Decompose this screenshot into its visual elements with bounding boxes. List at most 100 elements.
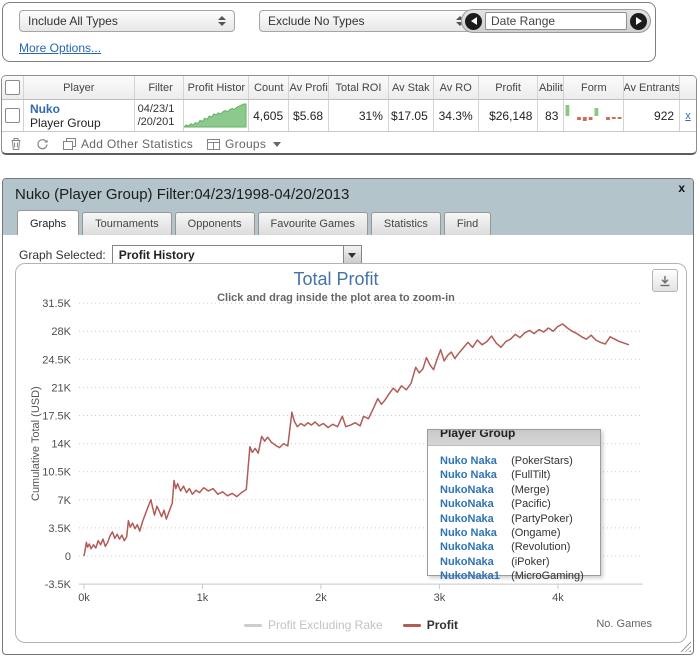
more-options-link[interactable]: More Options... bbox=[19, 41, 101, 55]
refresh-button[interactable] bbox=[36, 138, 49, 151]
groups-dropdown[interactable]: Groups bbox=[207, 137, 281, 151]
tooltip-entry[interactable]: NukoNaka (iPoker) bbox=[440, 555, 600, 569]
profit-sparkline bbox=[184, 102, 247, 129]
graph-selected-row: Graph Selected: Profit History bbox=[19, 245, 362, 265]
tooltip-entry[interactable]: NukoNaka (Pacific) bbox=[440, 497, 600, 511]
svg-text:14K: 14K bbox=[51, 439, 71, 451]
legend-dash-icon bbox=[403, 624, 421, 627]
results-panel: Player Filter Profit Histor Count Av Pro… bbox=[1, 75, 697, 155]
svg-text:28K: 28K bbox=[51, 326, 71, 338]
tooltip-list: Nuko Naka (PokerStars) Nuko Naka (FullTi… bbox=[428, 446, 600, 584]
chart-legend: Profit Excluding Rake Profit bbox=[16, 618, 686, 632]
ability-value: 83 bbox=[538, 100, 564, 131]
windows-icon bbox=[63, 138, 76, 150]
tab-find[interactable]: Find bbox=[444, 212, 491, 235]
svg-text:3.5K: 3.5K bbox=[48, 523, 71, 535]
svg-text:7K: 7K bbox=[58, 495, 72, 507]
detail-panel-header: Nuko (Player Group) Filter:04/23/1998-04… bbox=[3, 179, 693, 235]
col-av-profit[interactable]: Av Profi bbox=[289, 76, 329, 99]
col-av-stake[interactable]: Av Stak bbox=[389, 76, 434, 99]
tooltip-entry[interactable]: Nuko Naka (FullTilt) bbox=[440, 468, 600, 482]
detail-panel: Nuko (Player Group) Filter:04/23/1998-04… bbox=[2, 178, 694, 655]
total-roi-value: 31% bbox=[329, 100, 389, 131]
col-av-roi[interactable]: Av RO bbox=[434, 76, 479, 99]
tooltip-entry[interactable]: NukoNaka (Merge) bbox=[440, 483, 600, 497]
tooltip-entry[interactable]: Nuko Naka (Ongame) bbox=[440, 526, 600, 540]
tooltip-header-label: Player Group bbox=[440, 430, 600, 440]
profit-history-sparkline-cell bbox=[184, 100, 249, 131]
delete-button[interactable] bbox=[10, 137, 22, 151]
trash-icon bbox=[10, 137, 22, 151]
table-header-row: Player Filter Profit Histor Count Av Pro… bbox=[2, 76, 696, 100]
svg-text:4k: 4k bbox=[552, 592, 564, 604]
add-other-statistics-button[interactable]: Add Other Statistics bbox=[63, 137, 193, 151]
date-next-button[interactable] bbox=[630, 13, 647, 30]
tooltip-entry[interactable]: Nuko Naka (PokerStars) bbox=[440, 454, 600, 468]
date-range-input[interactable] bbox=[485, 12, 627, 30]
dropdown-button[interactable] bbox=[343, 246, 361, 264]
tab-opponents[interactable]: Opponents bbox=[175, 212, 255, 235]
select-all-checkbox[interactable] bbox=[5, 80, 20, 95]
col-form[interactable]: Form bbox=[564, 76, 624, 99]
col-ability[interactable]: Abilit bbox=[538, 76, 564, 99]
form-sparkline bbox=[565, 104, 623, 127]
svg-text:24.5K: 24.5K bbox=[42, 354, 71, 366]
col-profit-history[interactable]: Profit Histor bbox=[184, 76, 249, 99]
arrow-left-icon bbox=[471, 17, 477, 25]
tooltip-entry[interactable]: NukoNaka1 (MicroGaming) bbox=[440, 569, 600, 583]
panel-title: Nuko (Player Group) Filter:04/23/1998-04… bbox=[15, 186, 681, 203]
remove-row-link[interactable]: x bbox=[685, 110, 691, 122]
filter-date-line2: /20/201 bbox=[138, 116, 175, 128]
av-profit-value: $5.68 bbox=[289, 100, 329, 131]
filter-cell: 04/23/1 /20/201 bbox=[135, 100, 185, 131]
av-roi-value: 34.3% bbox=[434, 100, 479, 131]
row-checkbox[interactable] bbox=[5, 108, 20, 123]
player-name-link[interactable]: Nuko bbox=[30, 102, 60, 116]
arrow-right-icon bbox=[636, 17, 642, 25]
date-prev-button[interactable] bbox=[465, 13, 482, 30]
x-axis-title: No. Games bbox=[596, 618, 652, 630]
tooltip-entry[interactable]: NukoNaka (PartyPoker) bbox=[440, 512, 600, 526]
tab-tournaments[interactable]: Tournaments bbox=[82, 212, 172, 235]
col-av-entrants[interactable]: Av Entrants bbox=[624, 76, 680, 99]
svg-text:2k: 2k bbox=[315, 592, 327, 604]
col-profit[interactable]: Profit bbox=[479, 76, 539, 99]
svg-text:1k: 1k bbox=[197, 592, 209, 604]
select-all-checkbox-cell bbox=[2, 76, 24, 99]
legend-profit[interactable]: Profit bbox=[403, 618, 458, 632]
chevron-down-icon bbox=[348, 253, 356, 258]
include-types-value: Include All Types bbox=[28, 14, 118, 28]
col-player[interactable]: Player bbox=[24, 76, 135, 99]
remove-row-cell: x bbox=[680, 100, 696, 131]
graph-type-select[interactable]: Profit History bbox=[112, 245, 362, 265]
svg-text:10.5K: 10.5K bbox=[42, 467, 71, 479]
resize-grip[interactable] bbox=[680, 641, 691, 652]
col-filter[interactable]: Filter bbox=[135, 76, 185, 99]
graph-selected-label: Graph Selected: bbox=[19, 248, 106, 262]
player-group-tooltip: Player Group Nuko Naka (PokerStars) Nuko… bbox=[427, 429, 601, 576]
av-stake-value: $17.05 bbox=[389, 100, 434, 131]
tooltip-header: Player Group bbox=[428, 430, 600, 446]
groups-grid-icon bbox=[207, 139, 220, 150]
stepper-icon bbox=[218, 16, 226, 26]
col-count[interactable]: Count bbox=[249, 76, 289, 99]
profit-value: $26,148 bbox=[479, 100, 539, 131]
exclude-types-select[interactable]: Exclude No Types bbox=[259, 10, 473, 32]
filter-date-line1: 04/23/1 bbox=[138, 103, 175, 115]
filter-panel: Include All Types Exclude No Types More … bbox=[2, 2, 656, 62]
exclude-types-value: Exclude No Types bbox=[268, 14, 365, 28]
chevron-down-icon bbox=[273, 142, 281, 147]
table-row: Nuko Player Group 04/23/1 /20/201 4,605 … bbox=[2, 100, 696, 132]
close-button[interactable]: x bbox=[678, 182, 685, 194]
chart-container: Total Profit Click and drag inside the p… bbox=[15, 263, 687, 643]
player-cell: Nuko Player Group bbox=[24, 100, 135, 131]
svg-text:3k: 3k bbox=[434, 592, 446, 604]
include-types-select[interactable]: Include All Types bbox=[19, 10, 235, 32]
col-total-roi[interactable]: Total ROI bbox=[329, 76, 389, 99]
tooltip-entry[interactable]: NukoNaka (Revolution) bbox=[440, 540, 600, 554]
add-other-statistics-label: Add Other Statistics bbox=[81, 137, 193, 151]
tab-favourite-games[interactable]: Favourite Games bbox=[258, 212, 368, 235]
legend-profit-excluding-rake[interactable]: Profit Excluding Rake bbox=[244, 618, 383, 632]
tab-graphs[interactable]: Graphs bbox=[17, 210, 79, 235]
tab-statistics[interactable]: Statistics bbox=[371, 212, 441, 235]
